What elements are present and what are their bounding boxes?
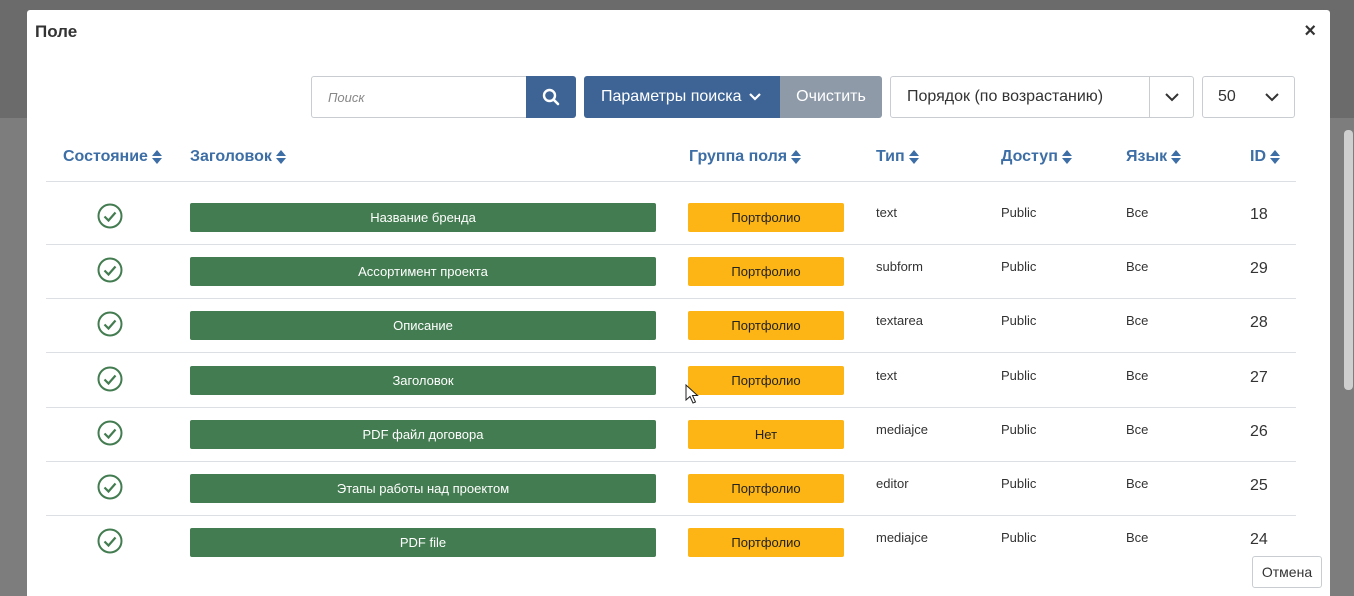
field-language: Все: [1126, 313, 1149, 328]
field-modal: Поле × Параметры поиска Очистить Порядок…: [27, 10, 1330, 596]
sort-icon: [275, 150, 286, 164]
column-header-label: Группа поля: [689, 148, 788, 165]
column-header-label: Доступ: [1001, 148, 1058, 165]
published-check-icon[interactable]: [97, 257, 123, 283]
column-header-group[interactable]: Группа поля: [689, 148, 802, 166]
field-access: Public: [1001, 259, 1037, 274]
field-group-badge: Нет: [688, 420, 844, 449]
column-header-id[interactable]: ID: [1250, 148, 1280, 166]
sort-icon: [908, 150, 919, 164]
field-title-button[interactable]: Этапы работы над проектом: [190, 474, 656, 503]
published-check-icon[interactable]: [97, 528, 123, 554]
published-check-icon[interactable]: [97, 366, 123, 392]
list-limit-select[interactable]: 50: [1202, 76, 1295, 118]
field-group-badge: Портфолио: [688, 528, 844, 557]
column-header-label: ID: [1250, 148, 1266, 165]
field-type: textarea: [876, 313, 923, 328]
fields-table: Состояние Заголовок Группа поля Тип Дост…: [46, 138, 1296, 558]
field-id: 18: [1250, 206, 1268, 223]
page-scrollbar[interactable]: [1344, 130, 1353, 390]
chevron-down-icon: [748, 92, 762, 102]
published-check-icon[interactable]: [97, 311, 123, 337]
field-access: Public: [1001, 530, 1037, 545]
column-header-label: Заголовок: [190, 148, 272, 165]
column-header-type[interactable]: Тип: [876, 148, 919, 166]
sort-icon: [791, 150, 802, 164]
search-input[interactable]: [311, 76, 526, 118]
field-type: text: [876, 368, 897, 383]
column-header-label: Состояние: [63, 148, 148, 165]
field-title-button[interactable]: Заголовок: [190, 366, 656, 395]
column-header-label: Тип: [876, 148, 905, 165]
field-access: Public: [1001, 313, 1037, 328]
ordering-value: Порядок (по возрастанию): [907, 88, 1104, 105]
field-title-button[interactable]: Название бренда: [190, 203, 656, 232]
field-language: Все: [1126, 259, 1149, 274]
mouse-cursor-icon: [685, 384, 699, 404]
table-row: Ассортимент проекта Портфолио subform Pu…: [46, 245, 1296, 299]
published-check-icon[interactable]: [97, 420, 123, 446]
field-access: Public: [1001, 205, 1037, 220]
sort-icon: [1171, 150, 1182, 164]
published-check-icon[interactable]: [97, 203, 123, 229]
modal-title: Поле: [35, 22, 78, 41]
field-language: Все: [1126, 530, 1149, 545]
field-group-badge: Портфолио: [688, 366, 844, 395]
field-title-button[interactable]: PDF file: [190, 528, 656, 557]
field-group-badge: Портфолио: [688, 203, 844, 232]
field-type: mediajce: [876, 530, 929, 545]
field-language: Все: [1126, 422, 1149, 437]
column-header-state[interactable]: Состояние: [63, 148, 162, 166]
field-group-badge: Портфолио: [688, 311, 844, 340]
table-header: Состояние Заголовок Группа поля Тип Дост…: [46, 138, 1296, 182]
search-button[interactable]: [526, 76, 576, 118]
table-row: Описание Портфолио textarea Public Все 2…: [46, 299, 1296, 353]
field-type: editor: [876, 476, 909, 491]
field-id: 27: [1250, 369, 1268, 386]
field-language: Все: [1126, 368, 1149, 383]
field-access: Public: [1001, 476, 1037, 491]
field-id: 26: [1250, 423, 1268, 440]
table-row: PDF файл договора Нет mediajce Public Вс…: [46, 408, 1296, 462]
field-id: 29: [1250, 260, 1268, 277]
field-type: mediajce: [876, 422, 929, 437]
field-access: Public: [1001, 368, 1037, 383]
search-options-button[interactable]: Параметры поиска: [584, 76, 780, 118]
sort-icon: [151, 150, 162, 164]
chevron-down-icon: [1250, 77, 1294, 117]
ordering-select[interactable]: Порядок (по возрастанию): [890, 76, 1194, 118]
field-title-button[interactable]: Описание: [190, 311, 656, 340]
column-header-language[interactable]: Язык: [1126, 148, 1182, 166]
field-type: text: [876, 205, 897, 220]
chevron-down-icon: [1149, 77, 1193, 117]
field-group-badge: Портфолио: [688, 474, 844, 503]
field-language: Все: [1126, 205, 1149, 220]
column-header-access[interactable]: Доступ: [1001, 148, 1072, 166]
list-limit-value: 50: [1218, 88, 1236, 105]
search-icon: [542, 88, 560, 106]
field-id: 25: [1250, 477, 1268, 494]
field-access: Public: [1001, 422, 1037, 437]
table-row: Этапы работы над проектом Портфолио edit…: [46, 462, 1296, 516]
clear-button[interactable]: Очистить: [780, 76, 882, 118]
sort-icon: [1061, 150, 1072, 164]
field-id: 28: [1250, 314, 1268, 331]
search-options-label: Параметры поиска: [601, 88, 742, 105]
table-row: Название бренда Портфолио text Public Вс…: [46, 191, 1296, 245]
table-row: PDF file Портфолио mediajce Public Все 2…: [46, 516, 1296, 558]
field-type: subform: [876, 259, 923, 274]
cancel-button[interactable]: Отмена: [1252, 556, 1322, 588]
column-header-label: Язык: [1126, 148, 1168, 165]
field-title-button[interactable]: Ассортимент проекта: [190, 257, 656, 286]
field-language: Все: [1126, 476, 1149, 491]
modal-header: Поле ×: [27, 10, 1330, 54]
column-header-title[interactable]: Заголовок: [190, 148, 286, 166]
sort-icon: [1270, 150, 1280, 164]
table-row: Заголовок Портфолио text Public Все 27: [46, 354, 1296, 408]
field-id: 24: [1250, 531, 1268, 548]
close-button[interactable]: ×: [1304, 20, 1316, 42]
published-check-icon[interactable]: [97, 474, 123, 500]
field-title-button[interactable]: PDF файл договора: [190, 420, 656, 449]
field-group-badge: Портфолио: [688, 257, 844, 286]
